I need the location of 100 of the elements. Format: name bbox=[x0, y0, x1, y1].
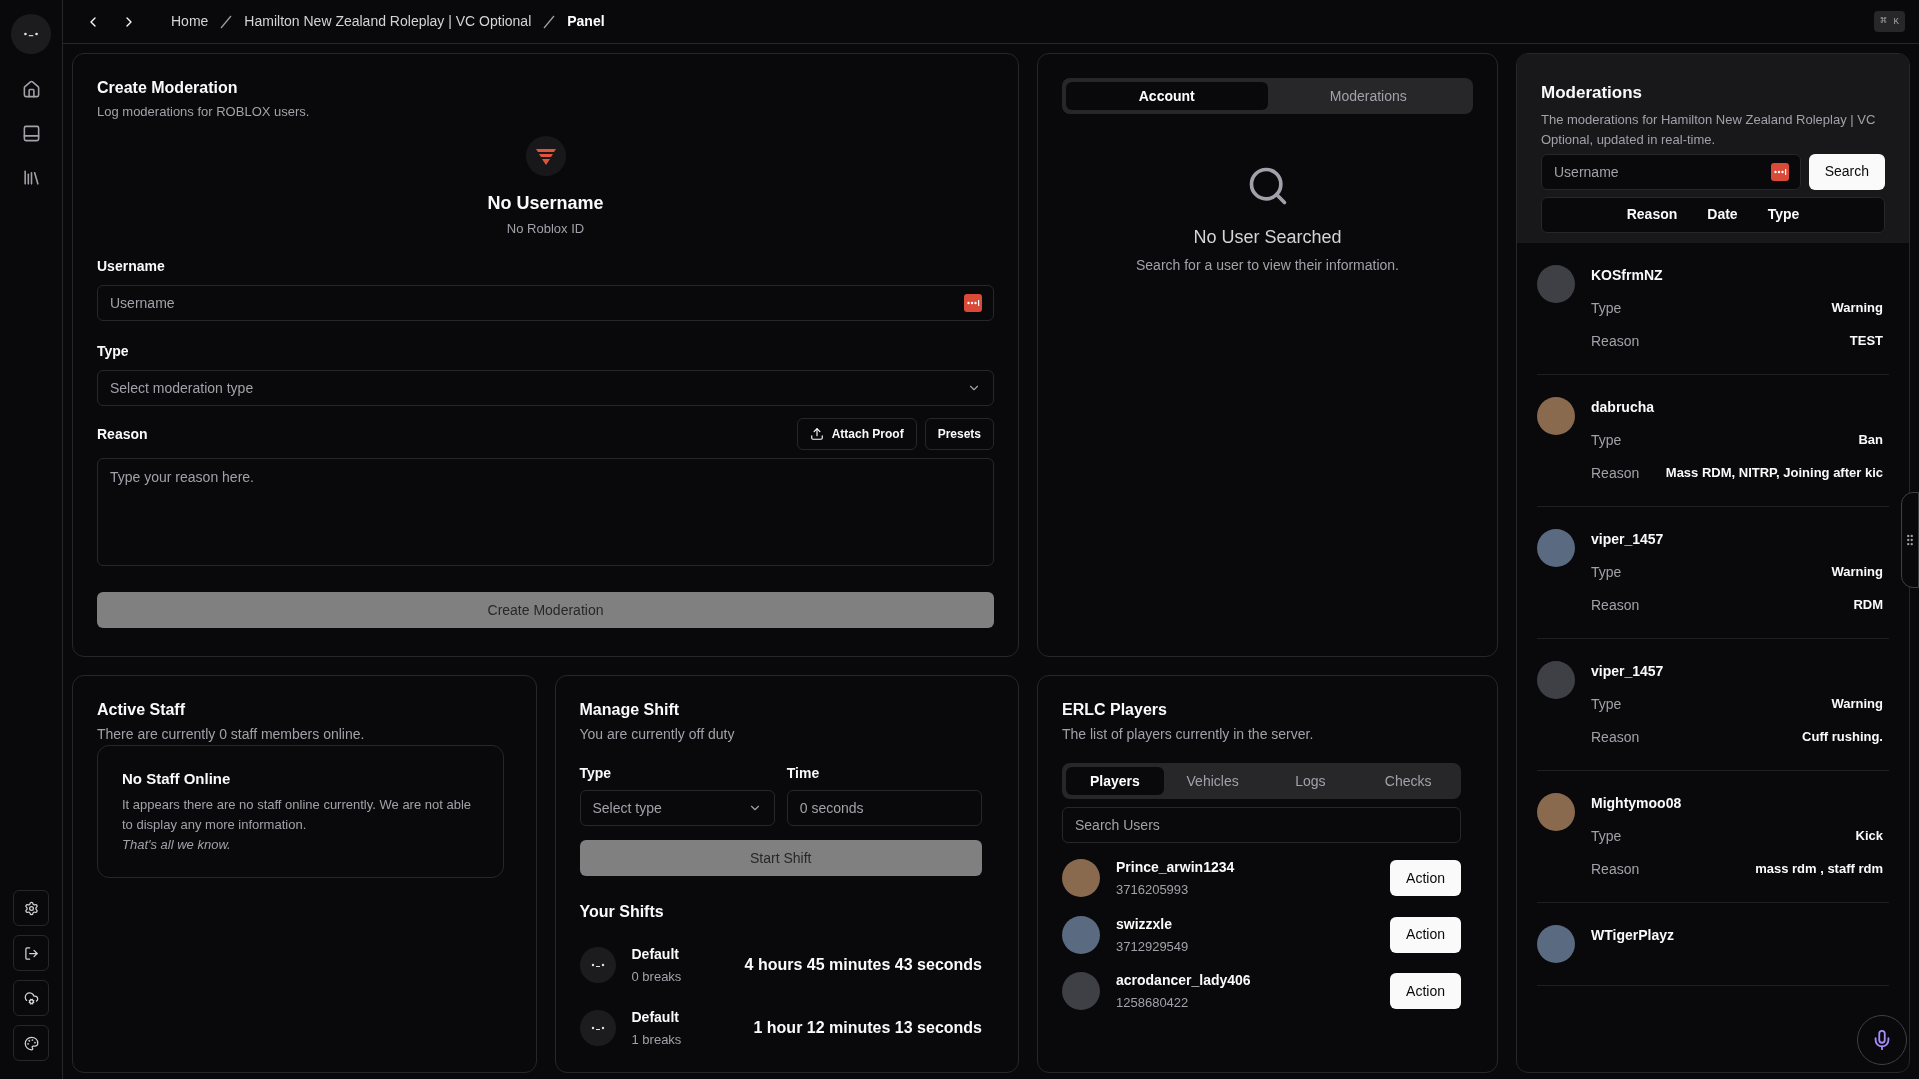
field-label: Type bbox=[97, 342, 130, 361]
search-users-input[interactable]: Search Users bbox=[1062, 807, 1461, 843]
entry-username: KOSfrmNZ bbox=[1591, 265, 1664, 285]
field-label: Reason bbox=[97, 424, 148, 444]
time-input[interactable]: 0 seconds bbox=[786, 790, 982, 826]
avatar-placeholder bbox=[1537, 792, 1575, 831]
upload-icon bbox=[809, 427, 824, 441]
user-name: No Username bbox=[487, 191, 604, 215]
shift-breaks: 0 breaks bbox=[631, 968, 682, 986]
tab[interactable]: Moderations bbox=[1267, 82, 1469, 110]
action-button[interactable]: Action bbox=[1390, 860, 1461, 897]
field-label: Username bbox=[97, 257, 166, 276]
logout-icon bbox=[23, 945, 39, 961]
avatar-placeholder bbox=[1062, 859, 1100, 898]
avatar-placeholder bbox=[1062, 972, 1100, 1011]
entry-label: Type bbox=[1591, 562, 1622, 582]
entry-value: mass rdm , staff rdm bbox=[1755, 860, 1883, 879]
avatar-placeholder bbox=[1537, 924, 1575, 963]
entry-label: Type bbox=[1591, 694, 1622, 714]
entry-value: Warning bbox=[1831, 299, 1883, 318]
entry-username: viper_1457 bbox=[1591, 529, 1665, 549]
shift-type: Default bbox=[631, 1007, 680, 1027]
entry-value: Warning bbox=[1831, 563, 1883, 582]
card-title: Moderations bbox=[1541, 82, 1644, 104]
entry-value: Cuff rushing. bbox=[1802, 728, 1883, 747]
logo-icon bbox=[525, 135, 566, 176]
entry-value: Mass RDM, NITRP, Joining after kic bbox=[1665, 464, 1883, 483]
player-id: 3712929549 bbox=[1116, 937, 1190, 956]
entry-value: RDM bbox=[1853, 596, 1883, 615]
shift-type: Default bbox=[631, 945, 680, 964]
card-title: Create Moderation bbox=[97, 78, 239, 98]
moderation-type-select[interactable]: Select moderation type bbox=[97, 370, 994, 406]
field-label: Time bbox=[786, 764, 821, 783]
column-header[interactable]: Type bbox=[1767, 204, 1800, 225]
logout-button[interactable] bbox=[13, 935, 49, 971]
card-title: ERLC Players bbox=[1062, 700, 1168, 720]
avatar-placeholder bbox=[1062, 915, 1100, 954]
library-icon[interactable] bbox=[21, 168, 41, 187]
card-subtitle: There are currently 0 staff members online. bbox=[97, 725, 366, 744]
shift-duration: 4 hours 45 minutes 43 seconds bbox=[744, 955, 982, 976]
tab[interactable]: Logs bbox=[1261, 767, 1360, 795]
card-subtitle: The moderations for Hamilton New Zealand Roleplay | VC Optional, updated in real-time. bbox=[1541, 110, 1877, 149]
panel-icon[interactable] bbox=[21, 124, 41, 143]
reason-textarea[interactable]: Type your reason here. bbox=[97, 458, 994, 566]
workspace-logo-drawing bbox=[11, 14, 51, 54]
section-title: Your Shifts bbox=[579, 902, 665, 922]
card-title: Manage Shift bbox=[579, 700, 681, 720]
empty-title: No User Searched bbox=[1193, 226, 1342, 249]
tab[interactable]: Vehicles bbox=[1163, 767, 1262, 795]
side-handle[interactable] bbox=[1901, 492, 1919, 588]
palette-button[interactable] bbox=[13, 1025, 49, 1061]
slash-separator-icon bbox=[220, 14, 233, 29]
entry-label: Reason bbox=[1591, 859, 1640, 879]
action-button[interactable]: Action bbox=[1390, 916, 1461, 953]
entry-label: Type bbox=[1591, 826, 1622, 846]
player-name: Prince_arwin1234 bbox=[1116, 858, 1236, 877]
palette-icon bbox=[23, 1035, 39, 1051]
card-subtitle: You are currently off duty bbox=[579, 725, 736, 744]
entry-value: Warning bbox=[1831, 695, 1883, 714]
breadcrumb-link[interactable]: Hamilton New Zealand Roleplay | VC Optional bbox=[244, 11, 532, 32]
entry-value: Ban bbox=[1858, 431, 1883, 450]
presets-button[interactable]: Presets bbox=[924, 418, 994, 450]
entry-username: viper_1457 bbox=[1591, 661, 1665, 681]
tab[interactable]: Players bbox=[1066, 767, 1164, 795]
tab[interactable]: Checks bbox=[1359, 767, 1457, 795]
entry-value: Kick bbox=[1855, 827, 1883, 846]
password-manager-icon[interactable] bbox=[964, 294, 982, 312]
field-label: Type bbox=[579, 764, 613, 783]
entry-label: Type bbox=[1591, 298, 1622, 318]
empty-title: No Staff Online bbox=[122, 769, 232, 789]
home-icon[interactable] bbox=[21, 80, 41, 99]
column-header[interactable]: Date bbox=[1707, 204, 1738, 225]
empty-text: Search for a user to view their information. bbox=[1136, 256, 1399, 275]
breadcrumb-link[interactable]: Home bbox=[171, 11, 209, 32]
search-button[interactable]: Search bbox=[1808, 153, 1885, 190]
entry-username: Mightymoo08 bbox=[1591, 793, 1683, 813]
action-button[interactable]: Action bbox=[1390, 973, 1461, 1010]
breadcrumb-link[interactable]: Panel bbox=[567, 11, 605, 32]
attach-proof-button[interactable]: Attach Proof bbox=[796, 418, 917, 450]
slash-separator-icon bbox=[543, 14, 556, 29]
tab[interactable]: Account bbox=[1066, 82, 1268, 110]
username-input[interactable]: Username bbox=[97, 285, 994, 321]
shift-type-select[interactable]: Select type bbox=[579, 790, 775, 826]
cloud-gear-button[interactable] bbox=[13, 980, 49, 1016]
card-subtitle: Log moderations for ROBLOX users. bbox=[97, 103, 311, 121]
empty-text: It appears there are no staff online currently. We are not able to display any more information. bbox=[122, 795, 473, 834]
player-id: 1258680422 bbox=[1116, 994, 1190, 1012]
player-name: acrodancer_lady406 bbox=[1116, 971, 1252, 990]
cloud-gear-icon bbox=[23, 990, 39, 1006]
user-id: No Roblox ID bbox=[506, 219, 585, 238]
username-search-input[interactable]: Username bbox=[1541, 153, 1801, 190]
column-header[interactable]: Reason bbox=[1626, 204, 1678, 225]
shift-avatar-drawing bbox=[579, 1009, 616, 1046]
entry-label: Reason bbox=[1591, 331, 1640, 351]
shift-duration: 1 hour 12 minutes 13 seconds bbox=[753, 1017, 982, 1038]
entry-label: Reason bbox=[1591, 463, 1640, 483]
entry-username: dabrucha bbox=[1591, 397, 1655, 417]
empty-note: That's all we know. bbox=[122, 835, 232, 854]
entry-label: Type bbox=[1591, 430, 1622, 450]
settings-button[interactable] bbox=[13, 890, 49, 926]
